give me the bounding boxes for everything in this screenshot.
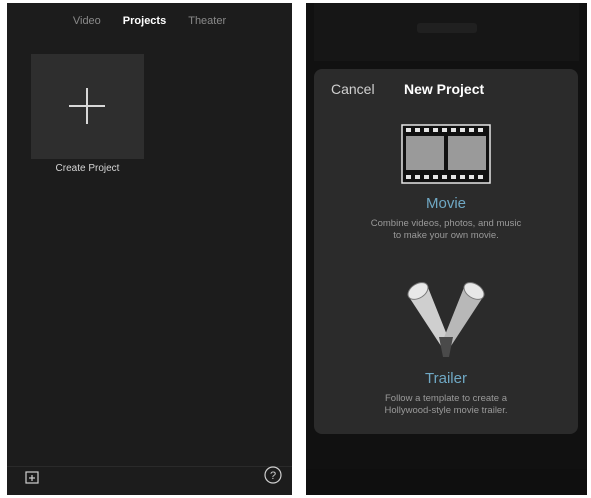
film-strip-icon <box>401 124 491 184</box>
spotlights-icon <box>407 282 485 357</box>
new-project-modal: Cancel New Project Movie Combine videos,… <box>314 69 578 434</box>
tab-video[interactable]: Video <box>73 15 101 27</box>
movie-title: Movie <box>425 195 466 212</box>
movie-option[interactable]: Movie Combine videos, photos, and music … <box>314 124 578 254</box>
trailer-option[interactable]: Trailer Follow a template to create a Ho… <box>314 279 578 429</box>
dimmed-footer <box>306 469 587 495</box>
top-tabs: Video Projects Theater <box>7 3 292 39</box>
modal-title: New Project <box>404 81 485 97</box>
create-project-button[interactable] <box>31 54 144 159</box>
create-project-label: Create Project <box>55 163 120 174</box>
help-button[interactable]: ? <box>264 466 282 489</box>
new-project-screen: Cancel New Project Movie Combine videos,… <box>306 3 587 495</box>
bottom-toolbar: ? <box>7 466 292 495</box>
cancel-button[interactable]: Cancel <box>331 81 375 97</box>
dimmed-header <box>314 3 579 61</box>
help-icon: ? <box>270 470 276 482</box>
movie-description: Combine videos, photos, and music to mak… <box>370 218 522 241</box>
tab-theater[interactable]: Theater <box>188 15 226 27</box>
tab-projects[interactable]: Projects <box>123 15 166 27</box>
trailer-title: Trailer <box>425 370 467 387</box>
projects-screen: Video Projects Theater Create Project ? <box>7 3 292 495</box>
modal-header: Cancel New Project <box>314 69 578 109</box>
plus-icon-vertical <box>86 88 88 124</box>
trailer-description: Follow a template to create a Hollywood-… <box>384 393 508 416</box>
import-icon[interactable] <box>25 470 39 489</box>
